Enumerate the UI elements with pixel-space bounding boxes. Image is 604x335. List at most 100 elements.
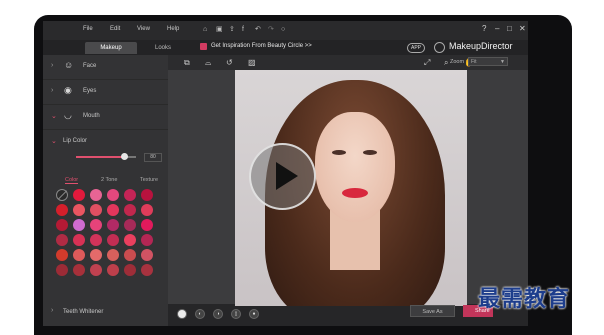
slider-fill: [76, 156, 124, 158]
zoom-label: Zoom: [450, 59, 465, 65]
subtab-color[interactable]: Color: [65, 177, 79, 184]
menu-file[interactable]: File: [83, 26, 93, 32]
color-swatch[interactable]: [107, 189, 119, 201]
help-button[interactable]: ?: [482, 24, 486, 33]
reset-icon[interactable]: ○: [281, 26, 285, 34]
eye-left: [332, 150, 346, 155]
category-teeth-whitener[interactable]: › Teeth Whitener: [43, 299, 168, 326]
slider-knob[interactable]: [121, 153, 128, 160]
color-swatch[interactable]: [56, 219, 68, 231]
menu-view[interactable]: View: [137, 26, 150, 32]
brand-name: MakeupDirector: [449, 41, 513, 51]
color-swatch[interactable]: [73, 264, 85, 276]
tab-looks[interactable]: Looks: [143, 42, 183, 54]
color-swatch[interactable]: [56, 204, 68, 216]
chevron-down-icon: ⌄: [51, 113, 57, 120]
mask-icon[interactable]: ⌓: [205, 58, 211, 67]
subtab-2-tone[interactable]: 2 Tone: [101, 177, 117, 183]
save-icon[interactable]: ▣: [216, 26, 223, 34]
color-swatch[interactable]: [73, 204, 85, 216]
single-view-icon[interactable]: [177, 309, 187, 319]
facebook-icon[interactable]: f: [242, 26, 244, 34]
zoom-value: Fit: [471, 59, 477, 65]
reset-face-icon[interactable]: ●: [249, 309, 259, 319]
intensity-value[interactable]: 80: [144, 153, 162, 162]
history-icon[interactable]: ↺: [226, 58, 233, 67]
color-swatch[interactable]: [56, 249, 68, 261]
lips: [342, 188, 368, 198]
color-swatch[interactable]: [124, 219, 136, 231]
color-swatch[interactable]: [90, 264, 102, 276]
color-swatch[interactable]: [73, 219, 85, 231]
cyberlink-icon: [434, 42, 445, 53]
teeth-whitener-label: Teeth Whitener: [63, 309, 104, 315]
eye-right: [363, 150, 377, 155]
title-bar: File Edit View Help ⌂ ▣ ⇪ f ↶ ↷ ○ ? – □ …: [43, 21, 528, 40]
split-view-icon[interactable]: ◑: [213, 309, 223, 319]
color-swatch[interactable]: [73, 234, 85, 246]
color-swatch[interactable]: [107, 234, 119, 246]
category-label: Face: [83, 63, 97, 69]
color-swatch[interactable]: [141, 219, 153, 231]
lips-icon: ◡: [64, 110, 72, 120]
color-swatch[interactable]: [107, 249, 119, 261]
color-swatch[interactable]: [90, 189, 102, 201]
chevron-right-icon: ›: [51, 87, 54, 94]
close-button[interactable]: ✕: [519, 24, 526, 33]
color-swatch[interactable]: [73, 189, 85, 201]
color-swatch[interactable]: [90, 249, 102, 261]
redo-icon[interactable]: ↷: [268, 26, 274, 34]
color-swatch[interactable]: [124, 189, 136, 201]
color-swatch[interactable]: [107, 264, 119, 276]
zoom-select[interactable]: Fit ▼: [468, 57, 508, 66]
dual-view-icon[interactable]: ◐: [195, 309, 205, 319]
category-eyes[interactable]: › ◉ Eyes: [43, 80, 168, 105]
color-swatch[interactable]: [141, 249, 153, 261]
beauty-circle-icon: [200, 43, 207, 50]
color-swatch[interactable]: [124, 249, 136, 261]
color-swatch[interactable]: [124, 204, 136, 216]
menu-edit[interactable]: Edit: [110, 26, 120, 32]
side-by-side-icon[interactable]: ▯: [231, 309, 241, 319]
app-badge[interactable]: APP: [407, 43, 426, 53]
crop-icon[interactable]: ▨: [248, 58, 256, 67]
color-swatch[interactable]: [124, 264, 136, 276]
color-swatch[interactable]: [141, 234, 153, 246]
play-icon[interactable]: [249, 143, 316, 210]
color-swatch[interactable]: [73, 249, 85, 261]
share-icon[interactable]: ⇪: [229, 26, 235, 34]
fit-icon[interactable]: ⤢: [424, 58, 430, 67]
color-swatch[interactable]: [90, 234, 102, 246]
color-swatch[interactable]: [107, 219, 119, 231]
home-icon[interactable]: ⌂: [203, 26, 207, 34]
lip-color-heading: Lip Color: [63, 138, 88, 144]
category-label: Eyes: [83, 88, 97, 94]
color-swatch[interactable]: [141, 204, 153, 216]
undo-icon[interactable]: ↶: [255, 26, 261, 34]
chevron-right-icon: ›: [51, 307, 54, 314]
chevron-down-icon[interactable]: ⌄: [51, 137, 57, 145]
color-swatch[interactable]: [56, 264, 68, 276]
inspiration-link[interactable]: Get Inspiration From Beauty Circle >>: [211, 43, 312, 49]
maximize-button[interactable]: □: [507, 24, 512, 33]
color-swatch[interactable]: [107, 204, 119, 216]
minimize-button[interactable]: –: [495, 24, 499, 33]
color-swatch[interactable]: [90, 204, 102, 216]
color-swatch[interactable]: [90, 219, 102, 231]
category-face[interactable]: › ☺ Face: [43, 55, 168, 80]
chevron-right-icon: ›: [51, 62, 54, 69]
chevron-down-icon: ▼: [500, 59, 505, 65]
color-swatch[interactable]: [141, 264, 153, 276]
color-swatch[interactable]: [56, 234, 68, 246]
compare-icon[interactable]: ⧉: [184, 58, 190, 67]
color-swatch[interactable]: [124, 234, 136, 246]
subtab-texture[interactable]: Texture: [140, 177, 158, 183]
save-as-button[interactable]: Save As: [410, 305, 455, 317]
category-mouth[interactable]: ⌄ ◡ Mouth: [43, 105, 168, 130]
no-color-swatch[interactable]: [56, 189, 68, 201]
intensity-slider[interactable]: [76, 153, 136, 160]
menu-help[interactable]: Help: [167, 26, 179, 32]
color-swatch[interactable]: [141, 189, 153, 201]
zoom-icon[interactable]: ⌕: [444, 58, 448, 67]
tab-makeup[interactable]: Makeup: [85, 42, 137, 54]
